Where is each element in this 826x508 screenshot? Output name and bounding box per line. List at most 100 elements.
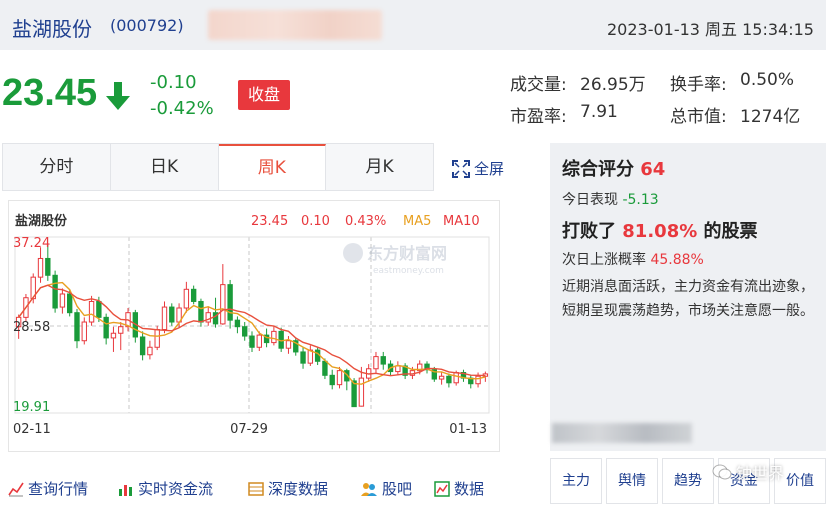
candle-body <box>110 332 117 339</box>
fullscreen-label: 全屏 <box>474 160 505 178</box>
candle-body <box>67 293 73 314</box>
kline-chart[interactable]: 东方财富网 eastmoney.com 盐湖股份 23.45 0.10 0.43… <box>8 200 500 452</box>
candle-body <box>453 372 459 384</box>
y-axis-labels: 37.24 28.58 19.91 <box>13 236 50 415</box>
candle-body <box>300 351 306 364</box>
button-sentiment[interactable]: 舆情 <box>606 458 658 504</box>
chart-line-icon <box>8 482 24 496</box>
expand-icon <box>452 159 470 178</box>
beat-pct: 81.08% <box>622 221 698 242</box>
today-label: 今日表现 <box>562 192 618 208</box>
next-day-prob: 次日上涨概率 45.88% <box>562 249 704 269</box>
link-realtime-flow[interactable]: 实时资金流 <box>118 478 213 499</box>
score-value: 64 <box>640 159 666 180</box>
candle-body <box>351 380 357 408</box>
watermark-label: 钟世界 <box>736 464 785 483</box>
candle-body <box>438 375 445 380</box>
today-performance: 今日表现 -5.13 <box>562 189 659 209</box>
legend-ma5: MA5 <box>403 214 431 229</box>
candle-body <box>220 284 226 325</box>
candle-body <box>227 284 233 321</box>
chart-title: 盐湖股份 <box>15 213 68 229</box>
candle-body <box>59 293 66 308</box>
x-tick-label: 02-11 <box>13 422 51 437</box>
mktcap-label: 总市值: <box>670 107 727 127</box>
x-tick-label: 01-13 <box>449 422 487 437</box>
candle-body <box>139 336 146 356</box>
stock-header: 盐湖股份 (000792) 2023-01-13 周五 15:34:15 <box>0 0 826 50</box>
turnover-value: 0.50% <box>740 70 795 90</box>
candle-body <box>242 326 248 337</box>
candle-body <box>81 321 87 342</box>
candle-body <box>96 300 102 318</box>
down-arrow-icon <box>106 82 130 110</box>
score-panel: 综合评分 64 今日表现 -5.13 打败了 81.08% 的股票 次日上涨概率… <box>550 143 826 451</box>
candle-body <box>169 306 175 323</box>
link-label: 深度数据 <box>268 480 329 498</box>
score-title: 综合评分 64 <box>562 155 665 181</box>
price-change-pct: -0.42% <box>150 98 214 119</box>
chart-period-tabs: 分时 日K 周K 月K <box>2 143 434 191</box>
legend-change-pct: 0.43% <box>345 214 386 229</box>
candle-body <box>249 335 255 348</box>
y-tick-label: 37.24 <box>13 236 50 251</box>
tab-monthly-k[interactable]: 月K <box>326 144 433 190</box>
score-title-label: 综合评分 <box>562 159 634 180</box>
candle-body <box>147 346 153 356</box>
legend-price: 23.45 <box>251 214 288 229</box>
candle-body <box>183 288 190 309</box>
link-depth-data[interactable]: 深度数据 <box>248 478 328 499</box>
candle-body <box>161 306 168 331</box>
legend-change: 0.10 <box>301 214 330 229</box>
fullscreen-button[interactable]: 全屏 <box>452 158 504 179</box>
button-trend[interactable]: 趋势 <box>662 458 714 504</box>
ma10-line <box>18 284 486 377</box>
candle-body <box>198 300 204 323</box>
current-price: 23.45 <box>2 72 98 114</box>
link-label: 实时资金流 <box>138 480 214 498</box>
panel-buttons: 主力 舆情 趋势 资金 价值 <box>550 458 826 504</box>
candle-body <box>45 257 51 276</box>
beat-suffix: 的股票 <box>703 221 758 242</box>
tab-daily-k[interactable]: 日K <box>111 144 219 190</box>
tab-weekly-k[interactable]: 周K <box>218 144 327 190</box>
tab-intraday[interactable]: 分时 <box>3 144 111 190</box>
beat-prefix: 打败了 <box>562 221 616 242</box>
candle-body <box>190 288 197 302</box>
candle-body <box>475 375 481 385</box>
candle-body <box>380 356 386 365</box>
volume-label: 成交量: <box>510 75 567 95</box>
bar-chart-icon <box>119 484 132 496</box>
x-tick-label: 07-29 <box>230 422 268 437</box>
candle-body <box>234 319 241 328</box>
button-main-force[interactable]: 主力 <box>550 458 602 504</box>
blurred-region <box>208 10 382 40</box>
candle-body <box>446 375 452 384</box>
stock-code: (000792) <box>110 16 184 35</box>
candle-body <box>395 365 401 373</box>
pe-label: 市盈率: <box>510 107 567 127</box>
wechat-icon <box>712 464 732 480</box>
wechat-watermark: 钟世界 <box>712 460 784 484</box>
link-forum[interactable]: 股吧 <box>360 478 412 499</box>
legend-ma10: MA10 <box>443 214 480 229</box>
link-query-quote[interactable]: 查询行情 <box>8 478 88 499</box>
candle-body <box>52 274 58 309</box>
x-axis-labels: 02-11 07-29 01-13 <box>13 422 487 437</box>
prob-value: 45.88% <box>650 252 704 268</box>
candle-body <box>154 329 160 348</box>
panel-description: 近期消息面活跃，主力资金有流出迹象，短期呈现震荡趋势，市场关注意愿一般。 <box>562 279 814 319</box>
link-data[interactable]: 数据 <box>434 478 484 499</box>
stock-name[interactable]: 盐湖股份 <box>12 13 92 42</box>
data-icon <box>434 480 450 497</box>
candle-body <box>329 374 335 386</box>
watermark-text: 东方财富网 <box>367 244 447 263</box>
mktcap-value: 1274亿 <box>740 107 801 127</box>
y-tick-label: 19.91 <box>13 400 50 415</box>
candle-body <box>256 334 262 348</box>
prob-label: 次日上涨概率 <box>562 252 646 268</box>
today-value: -5.13 <box>622 192 659 208</box>
bottom-links: 查询行情 实时资金流 深度数据 股吧 数据 <box>0 478 540 504</box>
y-tick-label: 28.58 <box>13 320 50 335</box>
candle-body <box>74 312 80 342</box>
